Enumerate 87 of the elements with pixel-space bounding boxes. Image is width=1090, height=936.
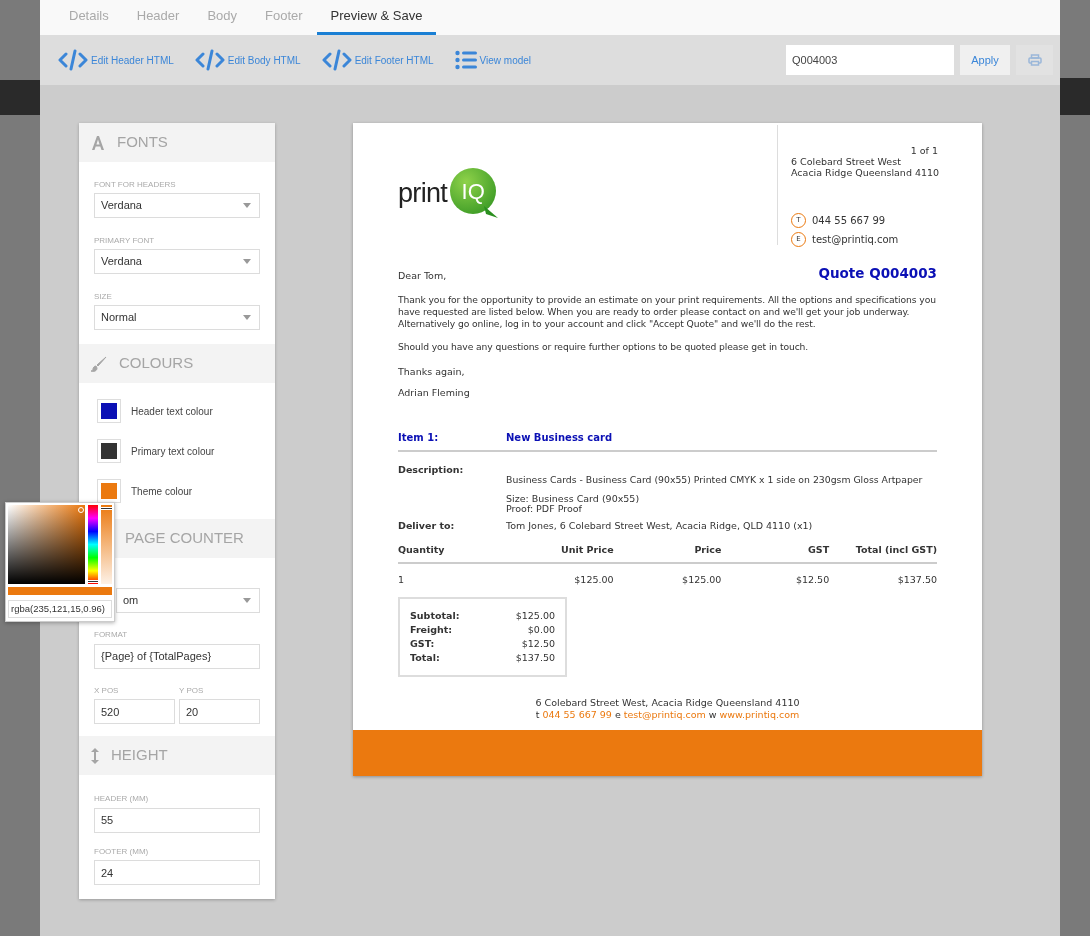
footer-text: t	[535, 709, 540, 722]
field-label: FONT FOR HEADERS	[94, 179, 177, 191]
hue-slider[interactable]	[87, 505, 99, 584]
description-label: Description:	[398, 462, 465, 477]
brush-icon	[91, 355, 107, 372]
signoff-line: Adrian Fleming	[398, 385, 471, 400]
total-value: $12.50	[521, 637, 555, 652]
table-cell-text: $137.50	[896, 573, 937, 588]
detail-line: Size: Business Card (90x55)	[506, 493, 641, 504]
column-header: GST	[807, 542, 830, 557]
footer-text: w	[708, 709, 717, 722]
y-pos-field[interactable]: 20	[179, 699, 260, 724]
column-header: Unit Price	[560, 542, 614, 557]
page-counter: 1 of 1	[909, 145, 938, 156]
background-header-bar	[1060, 78, 1090, 115]
table-cell-text: $125.00	[681, 573, 722, 588]
caret-icon	[243, 259, 251, 264]
item-name: New Business card	[506, 430, 613, 445]
height-field[interactable]: 55	[94, 807, 260, 833]
code-icon	[321, 49, 352, 71]
description-text: Business Cards - Business Card (90x55) Printed CMYK x 1 side on 230gsm Gloss Artpaper	[506, 472, 924, 487]
total-value: $137.50	[515, 651, 555, 666]
signoff-line: Thanks again,	[398, 365, 466, 380]
letter-paragraph: Thank you for the opportunity to provide an estimate on your print requirements. All the options and specifications you have requested are listed below. When you are ready to order please contact on and we'll get your job underway. Alternatively go online, log in to your account and click "Accept Quote" and we'll do the rest.	[398, 294, 937, 331]
hue-thumb[interactable]	[87, 579, 99, 583]
field-label: HEADER (MM)	[94, 793, 150, 805]
deliver-label: Deliver to:	[398, 518, 456, 533]
height-field[interactable]: 24	[94, 860, 260, 885]
colour-value-field[interactable]: rgba(235,121,15,0.96)	[8, 599, 112, 618]
total-label: Total:	[410, 651, 440, 666]
quote-title: Quote Q004003	[818, 264, 937, 283]
field-label: FOOTER (MM)	[94, 845, 150, 858]
logo-text: print	[398, 176, 448, 210]
font-select[interactable]: Verdana	[94, 193, 260, 218]
position-select[interactable]: om	[116, 588, 260, 613]
address-line: Acacia Ridge Queensland 4110	[791, 167, 937, 178]
section-title: PAGE COUNTER	[125, 528, 244, 549]
list-icon	[454, 50, 477, 70]
item-label: Item 1:	[398, 430, 440, 445]
deliver-text: Tom Jones, 6 Colebard Street West, Acacia Ridge, QLD 4110 (x1)	[506, 518, 813, 533]
section-title: FONTS	[117, 132, 168, 153]
colour-label: Primary text colour	[131, 444, 215, 459]
alpha-thumb[interactable]	[101, 507, 112, 511]
detail-line: Proof: PDF Proof	[506, 503, 583, 514]
font-select[interactable]: Normal	[94, 305, 260, 330]
total-value: $0.00	[527, 623, 555, 638]
alpha-slider[interactable]	[101, 505, 112, 584]
saturation-area[interactable]	[8, 505, 85, 584]
code-icon	[194, 49, 225, 71]
footer-address: 6 Colebard Street West, Acacia Ridge Queensland 4110	[535, 697, 800, 710]
field-label: PRIMARY FONT	[94, 235, 156, 247]
colour-label: Theme colour	[131, 484, 193, 499]
field-label: Y POS	[179, 684, 205, 697]
greeting: Dear Tom,	[398, 269, 447, 283]
section-title: COLOURS	[119, 353, 194, 374]
table-cell-text: $125.00	[573, 573, 614, 588]
table-cell-text: 1	[398, 573, 406, 588]
address-line: 6 Colebard Street West	[791, 156, 902, 167]
caret-icon	[243, 598, 251, 603]
column-header: Quantity	[398, 542, 446, 557]
total-label: Subtotal:	[410, 609, 460, 624]
field-label: FORMAT	[94, 629, 129, 641]
field-label: X POS	[94, 684, 120, 697]
vertical-arrows-icon	[91, 747, 99, 764]
x-pos-field[interactable]: 520	[94, 699, 175, 724]
code-icon	[58, 49, 88, 71]
footer-text: e	[614, 709, 621, 722]
letter-paragraph: Should you have any questions or require further options to be quoted please get in touch.	[398, 341, 810, 354]
colour-label: Header text colour	[131, 404, 213, 419]
printer-icon	[1027, 54, 1042, 66]
contact-text: test@printiq.com	[812, 233, 899, 247]
total-label: Freight:	[410, 623, 453, 638]
total-label: GST:	[410, 637, 435, 652]
font-select[interactable]: Verdana	[94, 249, 260, 274]
format-field[interactable]: {Page} of {TotalPages}	[94, 643, 260, 669]
column-header: Total (incl GST)	[854, 542, 937, 557]
contact-text: 044 55 667 99	[812, 214, 886, 228]
quote-field[interactable]: Q004003	[786, 45, 954, 75]
column-header: Price	[693, 542, 722, 557]
caret-icon	[243, 203, 251, 208]
field-label: SIZE	[94, 291, 113, 303]
total-value: $125.00	[515, 609, 555, 624]
caret-icon	[243, 315, 251, 320]
section-title: HEIGHT	[111, 745, 168, 766]
background-header-bar	[0, 80, 40, 115]
letter-icon	[91, 135, 105, 150]
table-cell-text: $12.50	[794, 573, 830, 588]
